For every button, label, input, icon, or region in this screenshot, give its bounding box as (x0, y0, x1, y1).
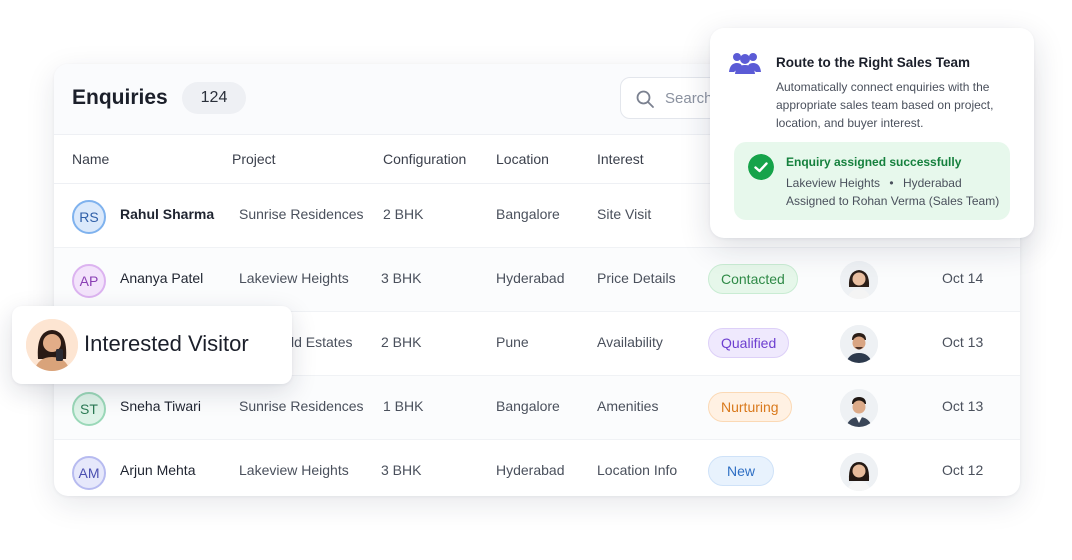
enquiry-interest: Amenities (597, 398, 659, 414)
search-icon (636, 90, 654, 108)
enquiry-configuration: 3 BHK (381, 270, 422, 286)
enquiry-project: Lakeview Heights (239, 270, 349, 286)
enquiry-count-badge: 124 (182, 82, 246, 114)
table-row[interactable]: ST Sneha Tiwari Sunrise Residences 1 BHK… (54, 376, 1020, 440)
enquiry-name[interactable]: Ananya Patel (120, 270, 203, 286)
column-header-configuration[interactable]: Configuration (383, 151, 466, 167)
enquiry-date: Oct 13 (942, 334, 984, 350)
check-circle-icon (748, 154, 774, 180)
enquiry-project: ld Estates (291, 334, 353, 350)
table-row[interactable]: AM Arjun Mehta Lakeview Heights 3 BHK Hy… (54, 440, 1020, 496)
assignment-success-banner: Enquiry assigned successfully Lakeview H… (734, 142, 1010, 220)
status-badge[interactable]: Nurturing (708, 392, 792, 422)
man-portrait-icon (840, 389, 878, 427)
avatar: ST (72, 392, 106, 426)
visitor-avatar (26, 319, 78, 371)
column-header-interest[interactable]: Interest (597, 151, 644, 167)
stage: Enquiries 124 Name Project Configuration… (0, 0, 1072, 560)
column-header-name[interactable]: Name (72, 151, 109, 167)
enquiry-configuration: 3 BHK (381, 462, 422, 478)
enquiry-interest: Availability (597, 334, 663, 350)
woman-portrait-icon (840, 453, 878, 491)
sales-rep-avatar[interactable] (840, 261, 878, 299)
enquiry-project: Lakeview Heights (239, 462, 349, 478)
enquiry-location: Bangalore (496, 206, 560, 222)
route-sales-team-card: Route to the Right Sales Team Automatica… (710, 28, 1034, 238)
enquiry-date: Oct 13 (942, 398, 984, 414)
enquiry-interest: Location Info (597, 462, 678, 478)
success-assigned-line: Assigned to Rohan Verma (Sales Team) (786, 194, 1000, 208)
enquiry-configuration: 2 BHK (383, 206, 424, 222)
team-icon (729, 53, 761, 74)
interested-visitor-tag: Interested Visitor (12, 306, 292, 384)
success-location-line: Lakeview Heights • Hyderabad (786, 176, 962, 190)
status-badge[interactable]: Qualified (708, 328, 790, 358)
enquiry-project: Sunrise Residences (239, 398, 364, 414)
table-row[interactable]: AP Ananya Patel Lakeview Heights 3 BHK H… (54, 248, 1020, 312)
enquiry-date: Oct 14 (942, 270, 984, 286)
enquiry-location: Hyderabad (496, 270, 565, 286)
enquiry-interest: Site Visit (597, 206, 652, 222)
status-badge[interactable]: Contacted (708, 264, 798, 294)
success-title: Enquiry assigned successfully (786, 155, 962, 169)
separator-dot: • (889, 176, 894, 190)
sales-rep-avatar[interactable] (840, 389, 878, 427)
woman-with-phone-icon (26, 319, 78, 371)
enquiry-interest: Price Details (597, 270, 676, 286)
column-header-project[interactable]: Project (232, 151, 276, 167)
column-header-location[interactable]: Location (496, 151, 549, 167)
enquiry-configuration: 1 BHK (383, 398, 424, 414)
enquiry-location: Hyderabad (496, 462, 565, 478)
avatar: AP (72, 264, 106, 298)
interested-visitor-label: Interested Visitor (84, 331, 249, 356)
sales-rep-avatar[interactable] (840, 325, 878, 363)
sales-rep-avatar[interactable] (840, 453, 878, 491)
route-description: Automatically connect enquiries with the… (776, 80, 994, 130)
enquiry-location: Pune (496, 334, 529, 350)
enquiry-configuration: 2 BHK (381, 334, 422, 350)
enquiry-name[interactable]: Sneha Tiwari (120, 398, 201, 414)
avatar: RS (72, 200, 106, 234)
man-portrait-icon (840, 325, 878, 363)
success-project: Lakeview Heights (786, 176, 881, 190)
enquiry-project: Sunrise Residences (239, 206, 364, 222)
enquiry-location: Bangalore (496, 398, 560, 414)
enquiry-name[interactable]: Rahul Sharma (120, 206, 214, 222)
woman-portrait-icon (840, 261, 878, 299)
page-title: Enquiries (72, 86, 168, 109)
enquiry-date: Oct 12 (942, 462, 984, 478)
route-title: Route to the Right Sales Team (776, 55, 971, 70)
avatar: AM (72, 456, 106, 490)
status-badge[interactable]: New (708, 456, 775, 486)
success-city: Hyderabad (902, 176, 962, 190)
enquiry-name[interactable]: Arjun Mehta (120, 462, 195, 478)
